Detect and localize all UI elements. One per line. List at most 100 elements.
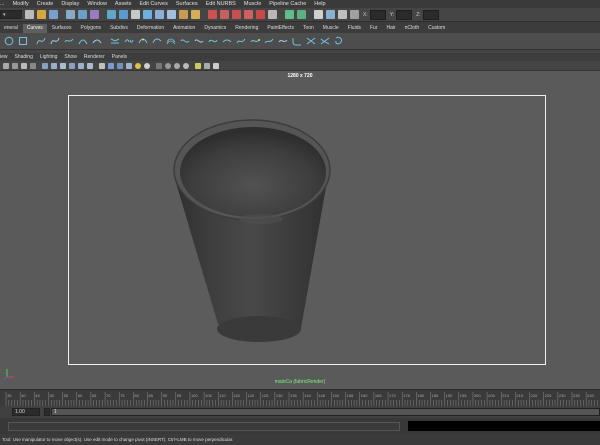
shelf-tab[interactable]: Rendering	[231, 24, 262, 33]
menu-set-dropdown[interactable]: ▾	[0, 10, 22, 19]
insert-knot-icon[interactable]	[138, 36, 148, 46]
intersect-curves-icon[interactable]	[320, 36, 330, 46]
shelf-tab[interactable]: Dynamics	[200, 24, 230, 33]
shelf-tab[interactable]: Custom	[424, 24, 449, 33]
nurbs-square-icon[interactable]	[18, 36, 28, 46]
render-settings-icon[interactable]	[314, 10, 323, 19]
safe-action-icon[interactable]	[87, 62, 93, 69]
time-slider[interactable]: 35 40 45 50 55 60 65 70 75 80 85 90 95 100 105 110 115 12…	[0, 389, 600, 406]
attach-curves-icon[interactable]	[110, 36, 120, 46]
mask-dynamics-icon[interactable]	[167, 10, 176, 19]
menu-item[interactable]: Create	[37, 1, 54, 7]
bookmarks-icon[interactable]	[21, 62, 27, 69]
new-scene-icon[interactable]	[25, 10, 34, 19]
shelf-tab[interactable]: Subdivs	[106, 24, 132, 33]
ipr-render-icon[interactable]	[297, 10, 306, 19]
snap-grid-icon[interactable]	[208, 10, 217, 19]
panel-menu-item[interactable]: Show	[64, 54, 77, 60]
shelf-tab[interactable]: Hair	[382, 24, 399, 33]
shelf-tab[interactable]: Animation	[169, 24, 199, 33]
gate-mask-icon[interactable]	[69, 62, 75, 69]
z-coord-field[interactable]	[422, 9, 439, 20]
menu-item[interactable]: Edit Curves	[139, 1, 167, 7]
select-by-hierarchy-icon[interactable]	[66, 10, 75, 19]
shelf-tab[interactable]: Fluids	[344, 24, 365, 33]
mask-surfaces-icon[interactable]	[143, 10, 152, 19]
snap-live-icon[interactable]	[256, 10, 265, 19]
fillet-curve-icon[interactable]	[292, 36, 302, 46]
grid-icon[interactable]	[42, 62, 48, 69]
select-camera-icon[interactable]	[3, 62, 9, 69]
shelf-tab[interactable]: Polygons	[76, 24, 105, 33]
y-coord-field[interactable]	[396, 9, 413, 20]
project-tangent-icon[interactable]	[278, 36, 288, 46]
mask-rendering-icon[interactable]	[179, 10, 188, 19]
menu-item[interactable]: Help	[314, 1, 325, 7]
use-all-lights-icon[interactable]	[135, 62, 141, 69]
range-current-field[interactable]	[43, 408, 50, 416]
textured-icon[interactable]	[126, 62, 132, 69]
select-by-object-icon[interactable]	[78, 10, 87, 19]
save-scene-icon[interactable]	[49, 10, 58, 19]
panel-menu-item[interactable]: Panels	[112, 54, 127, 60]
select-by-component-icon[interactable]	[90, 10, 99, 19]
two-sided-lighting-icon[interactable]	[213, 62, 219, 69]
wireframe-icon[interactable]	[99, 62, 105, 69]
reverse-curve-icon[interactable]	[180, 36, 190, 46]
hypershade-icon[interactable]	[326, 10, 335, 19]
camera-attributes-icon[interactable]	[12, 62, 18, 69]
fit-bspline-icon[interactable]	[208, 36, 218, 46]
cut-curve-icon[interactable]	[306, 36, 316, 46]
shelf-tab[interactable]: Toon	[299, 24, 318, 33]
resolution-gate-icon[interactable]	[60, 62, 66, 69]
history-icon[interactable]	[268, 10, 277, 19]
mask-deformations-icon[interactable]	[155, 10, 164, 19]
pencil-curve-tool-icon[interactable]	[64, 36, 74, 46]
detach-curves-icon[interactable]	[124, 36, 134, 46]
curve-editing-tool-icon[interactable]	[264, 36, 274, 46]
shelf-tab[interactable]: nCloth	[401, 24, 423, 33]
panel-menu-item[interactable]: Renderer	[84, 54, 105, 60]
image-plane-icon[interactable]	[30, 62, 36, 69]
shelf-tab[interactable]: eneral	[0, 24, 22, 33]
snap-point-icon[interactable]	[232, 10, 241, 19]
menu-item[interactable]: Assets	[115, 1, 132, 7]
shelf-tab[interactable]: Deformation	[133, 24, 168, 33]
panel-menu-item[interactable]: Lighting	[40, 54, 58, 60]
menu-item[interactable]: Modify	[13, 1, 29, 7]
x-coord-field[interactable]	[369, 9, 386, 20]
render-current-frame-icon[interactable]	[285, 10, 294, 19]
cv-hardness-icon[interactable]	[236, 36, 246, 46]
nurbs-circle-icon[interactable]	[4, 36, 14, 46]
shelf-tab[interactable]: Surfaces	[48, 24, 76, 33]
snap-plane-icon[interactable]	[244, 10, 253, 19]
snap-curve-icon[interactable]	[220, 10, 229, 19]
field-chart-icon[interactable]	[78, 62, 84, 69]
menu-item[interactable]: Display	[61, 1, 79, 7]
shadows-icon[interactable]	[144, 62, 150, 69]
xray-icon[interactable]	[156, 62, 162, 69]
menu-item[interactable]: Surfaces	[176, 1, 198, 7]
panel-menu-item[interactable]: Shading	[15, 54, 33, 60]
menu-item[interactable]: Window	[87, 1, 107, 7]
wireframe-on-shaded-icon[interactable]	[117, 62, 123, 69]
input-line-icon[interactable]	[338, 10, 347, 19]
absolute-transform-icon[interactable]	[350, 10, 359, 19]
shelf-tab[interactable]: Muscle	[319, 24, 343, 33]
isolate-select-icon[interactable]	[195, 62, 201, 69]
anti-aliasing-icon[interactable]	[183, 62, 189, 69]
menu-item[interactable]: ...	[0, 1, 5, 7]
two-point-arc-icon[interactable]	[92, 36, 102, 46]
range-slider[interactable]: 1	[50, 408, 600, 416]
mask-curves-icon[interactable]	[131, 10, 140, 19]
add-points-tool-icon[interactable]	[250, 36, 260, 46]
smooth-shade-icon[interactable]	[108, 62, 114, 69]
shelf-tab[interactable]: Curves	[22, 24, 47, 33]
open-scene-icon[interactable]	[37, 10, 46, 19]
xray-joints-icon[interactable]	[204, 62, 210, 69]
three-point-arc-icon[interactable]	[78, 36, 88, 46]
film-gate-icon[interactable]	[51, 62, 57, 69]
smooth-curve-icon[interactable]	[222, 36, 232, 46]
open-close-curve-icon[interactable]	[334, 36, 344, 46]
command-input[interactable]	[8, 421, 400, 431]
